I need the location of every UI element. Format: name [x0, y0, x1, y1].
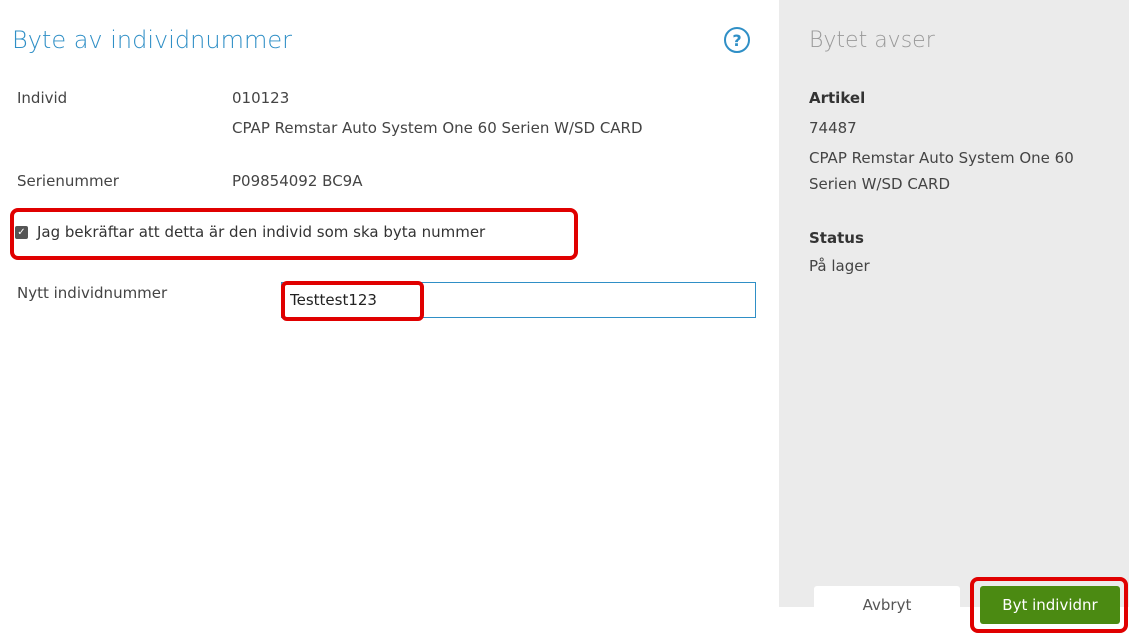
new-number-input[interactable] — [281, 282, 756, 318]
confirm-checkbox[interactable]: ✓ — [15, 226, 28, 239]
article-line-2: Serien W/SD CARD — [809, 175, 951, 193]
dialog-title: Byte av individnummer — [12, 26, 292, 54]
summary-title: Bytet avser — [809, 28, 935, 53]
submit-button[interactable]: Byt individnr — [980, 586, 1120, 624]
status-value: På lager — [809, 257, 870, 275]
individ-description: CPAP Remstar Auto System One 60 Serien W… — [232, 119, 643, 137]
article-heading: Artikel — [809, 89, 866, 107]
article-number: 74487 — [809, 119, 857, 137]
serial-label: Serienummer — [17, 172, 119, 190]
new-number-label: Nytt individnummer — [17, 284, 168, 302]
serial-value: P09854092 BC9A — [232, 172, 363, 190]
individ-number: 010123 — [232, 89, 290, 107]
article-line-1: CPAP Remstar Auto System One 60 — [809, 149, 1074, 167]
help-icon[interactable]: ? — [724, 27, 750, 53]
status-heading: Status — [809, 229, 864, 247]
dialog-main-panel: Byte av individnummer ? Individ 010123 C… — [0, 0, 779, 607]
individ-label: Individ — [17, 89, 68, 107]
cancel-button[interactable]: Avbryt — [814, 586, 960, 624]
confirm-label[interactable]: Jag bekräftar att detta är den individ s… — [37, 223, 485, 241]
